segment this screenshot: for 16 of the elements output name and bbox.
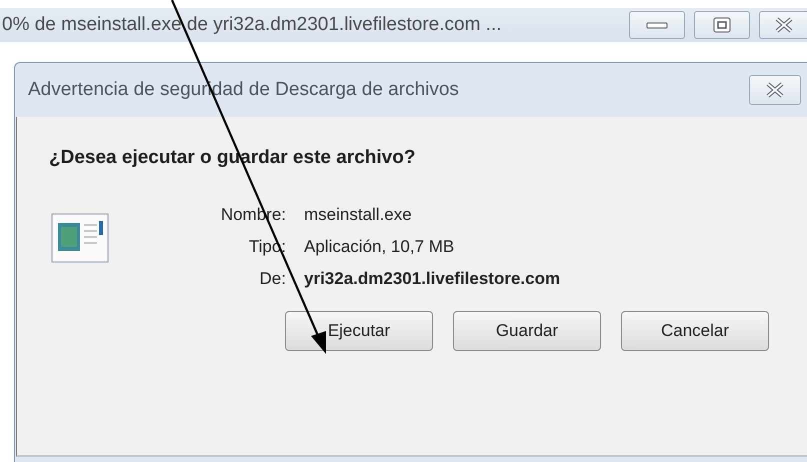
close-button[interactable] [759, 11, 807, 39]
field-value: yri32a.dm2301.livefilestore.com [304, 269, 560, 289]
maximize-button[interactable] [694, 11, 750, 39]
minimize-icon [646, 20, 668, 30]
close-icon [764, 81, 786, 99]
field-value: mseinstall.exe [304, 205, 412, 225]
field-value: Aplicación, 10,7 MB [304, 237, 454, 257]
dialog-button[interactable]: Guardar [453, 311, 601, 351]
dialog-button[interactable]: Cancelar [621, 311, 769, 351]
maximize-icon [713, 17, 731, 33]
application-file-icon [51, 213, 109, 263]
dialog-button[interactable]: Ejecutar [285, 311, 433, 351]
minimize-button[interactable] [629, 11, 685, 39]
field-label: De: [258, 269, 286, 289]
window-title: 0% de mseinstall.exe de yri32a.dm2301.livefilestore.com ... [1, 14, 502, 36]
close-button[interactable] [749, 75, 801, 105]
